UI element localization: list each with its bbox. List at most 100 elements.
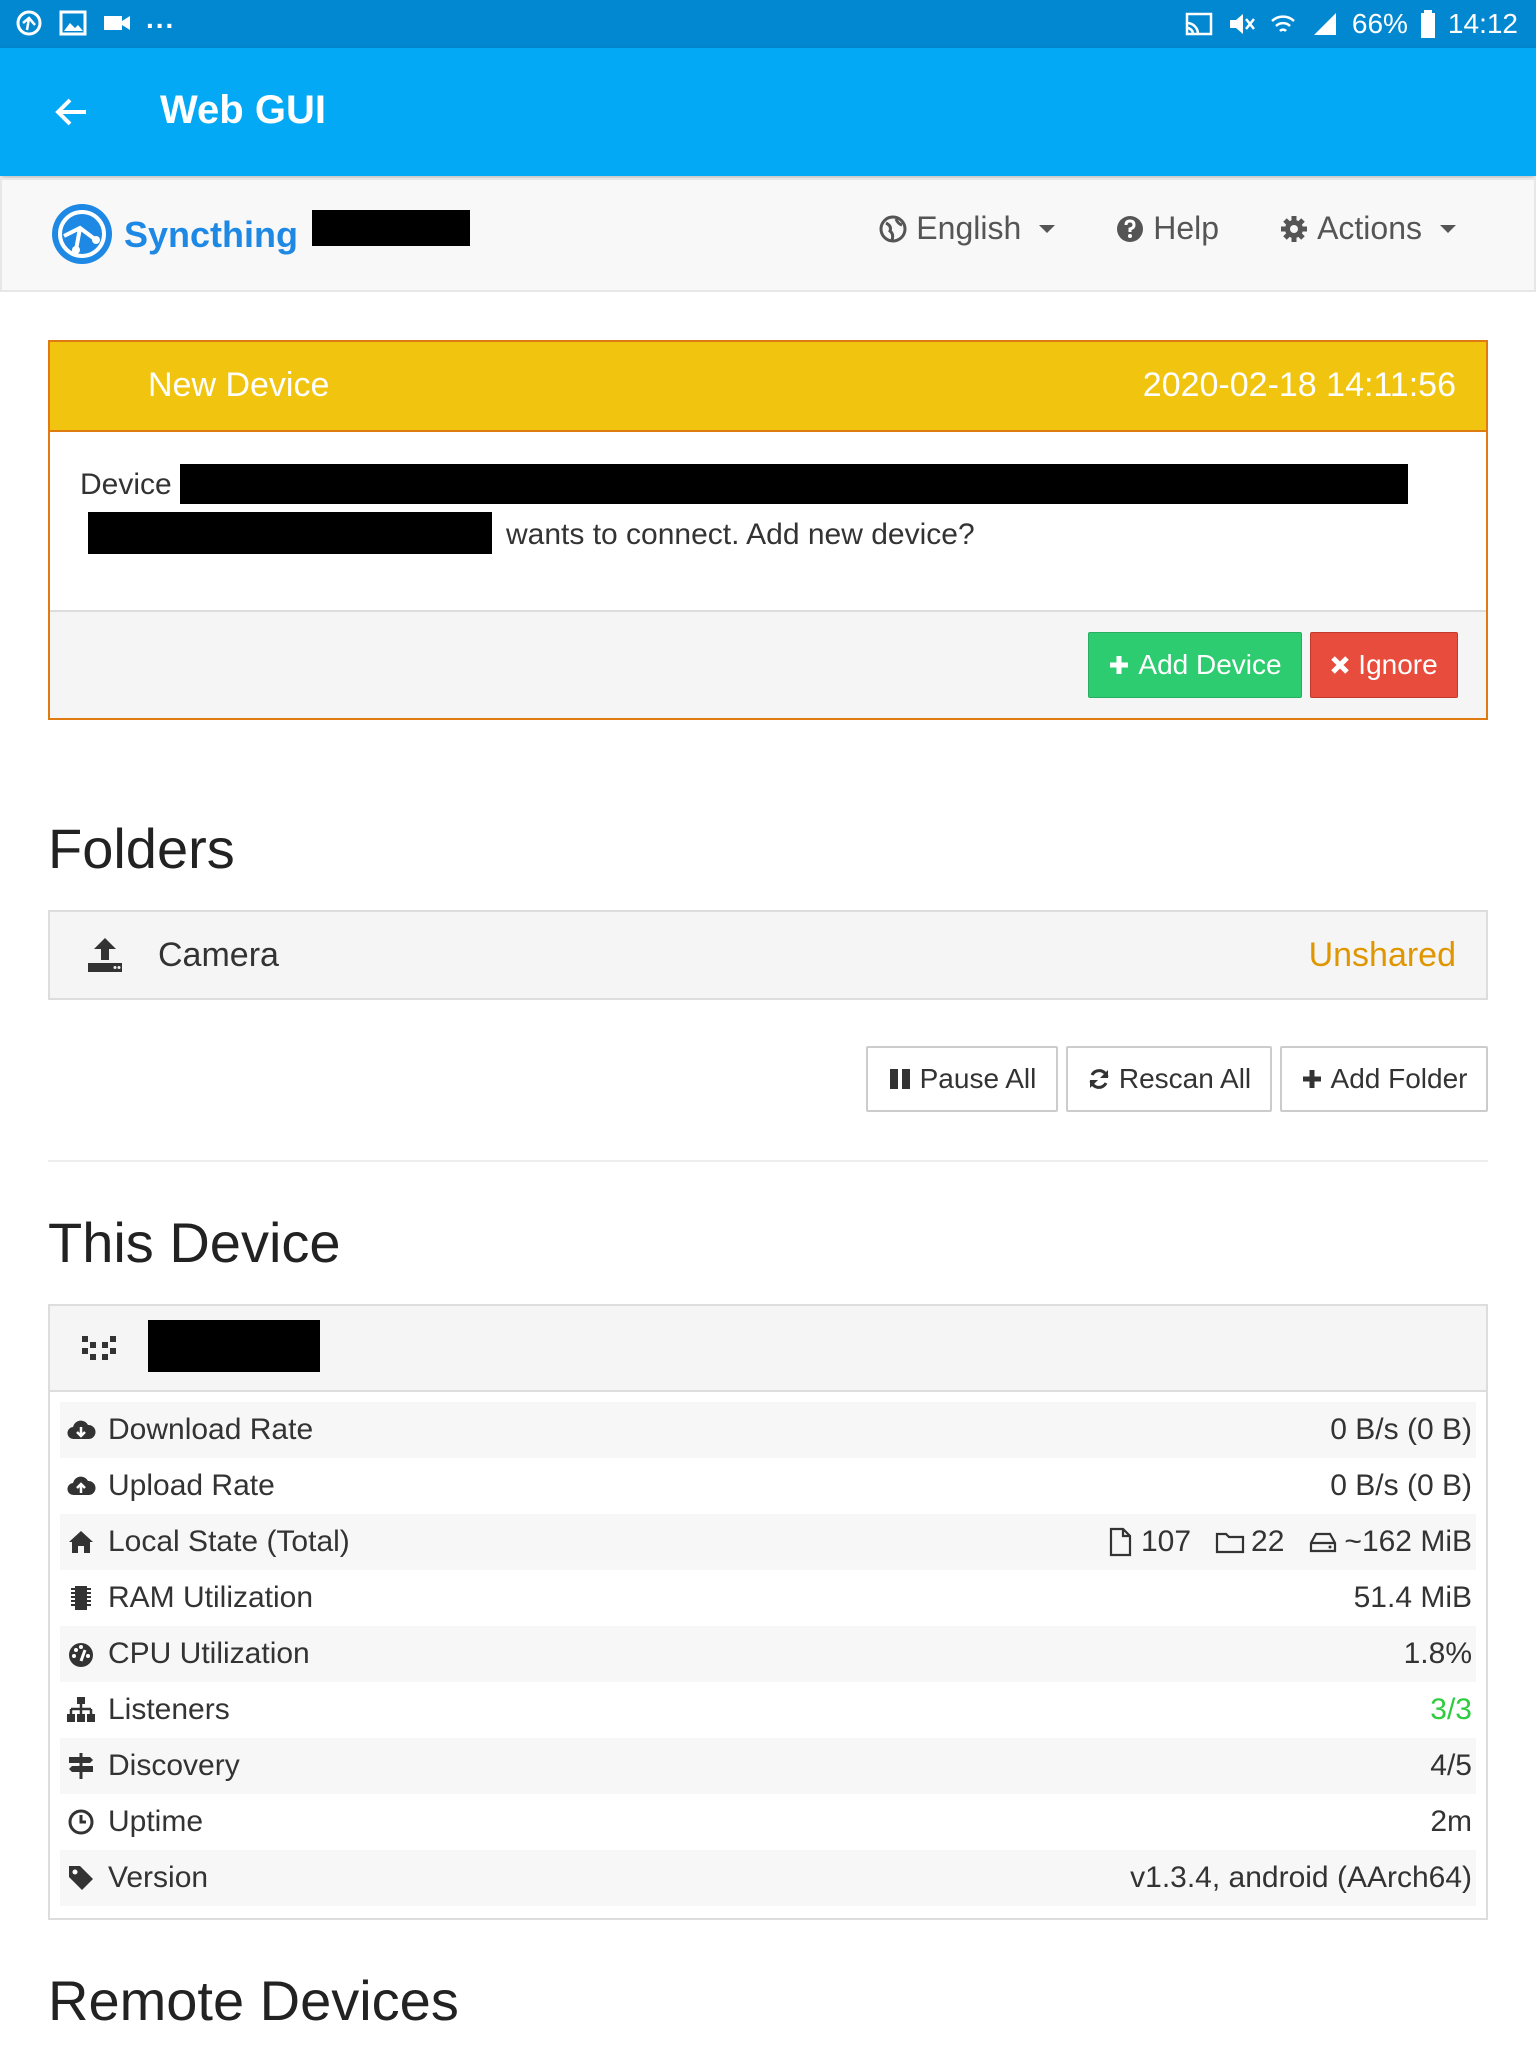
status-bar: ... 66% 14:12 bbox=[0, 0, 1536, 48]
gear-icon bbox=[1281, 215, 1308, 242]
folders-heading: Folders bbox=[48, 817, 235, 880]
pause-all-button[interactable]: Pause All bbox=[866, 1046, 1058, 1112]
file-icon bbox=[1109, 1527, 1132, 1557]
upload-icon bbox=[88, 938, 122, 972]
mute-icon bbox=[1229, 14, 1255, 34]
row-value: 4/5 bbox=[1430, 1749, 1472, 1782]
message-line-2: wants to connect. Add new device? bbox=[506, 518, 975, 551]
help-label: Help bbox=[1153, 210, 1220, 246]
battery-icon bbox=[1420, 10, 1435, 38]
tag-icon bbox=[69, 1866, 93, 1890]
plus-icon bbox=[1302, 1070, 1321, 1088]
sync-app-icon bbox=[16, 10, 42, 36]
download-rate-row: Download Rate 0 B/s (0 B) bbox=[60, 1402, 1476, 1458]
gallery-icon bbox=[59, 10, 87, 36]
navbar: Syncthing English Help Actions bbox=[0, 178, 1536, 292]
close-icon bbox=[1331, 656, 1350, 674]
folder-icon bbox=[1215, 1532, 1245, 1554]
cast-icon bbox=[1185, 12, 1213, 36]
cpu-row: CPU Utilization 1.8% bbox=[60, 1626, 1476, 1682]
sitemap-icon bbox=[67, 1697, 95, 1722]
add-device-label: Add Device bbox=[1138, 649, 1282, 680]
clock-icon bbox=[68, 1809, 94, 1835]
add-folder-label: Add Folder bbox=[1330, 1063, 1468, 1094]
ignore-button[interactable]: Ignore bbox=[1310, 632, 1458, 698]
brand-name[interactable]: Syncthing bbox=[124, 214, 298, 256]
row-value: 1.8% bbox=[1403, 1637, 1472, 1670]
row-label: Local State (Total) bbox=[108, 1525, 350, 1558]
actions-label: Actions bbox=[1317, 210, 1422, 246]
row-label: Upload Rate bbox=[108, 1469, 275, 1502]
add-folder-button[interactable]: Add Folder bbox=[1280, 1046, 1488, 1112]
chevron-down-icon bbox=[1440, 224, 1456, 233]
this-device-header[interactable] bbox=[50, 1306, 1486, 1392]
this-device-panel: Download Rate 0 B/s (0 B) Upload Rate 0 … bbox=[48, 1304, 1488, 1920]
section-divider bbox=[48, 1160, 1488, 1162]
new-device-footer: Add Device Ignore bbox=[50, 610, 1486, 718]
pause-all-label: Pause All bbox=[919, 1063, 1037, 1094]
file-count: 107 bbox=[1140, 1525, 1192, 1558]
rescan-all-button[interactable]: Rescan All bbox=[1066, 1046, 1272, 1112]
add-device-button[interactable]: Add Device bbox=[1088, 632, 1302, 698]
folder-camera[interactable]: Camera Unshared bbox=[48, 910, 1488, 1000]
globe-icon bbox=[879, 215, 907, 242]
dashboard-icon bbox=[69, 1643, 93, 1667]
folder-state: Unshared bbox=[1308, 936, 1456, 974]
new-device-title: New Device bbox=[148, 366, 330, 404]
listeners-row: Listeners 3/3 bbox=[60, 1682, 1476, 1738]
row-label: Download Rate bbox=[108, 1413, 314, 1446]
help-menu[interactable]: Help bbox=[1115, 210, 1219, 247]
row-value: 0 B/s (0 B) bbox=[1330, 1413, 1472, 1446]
row-label: Uptime bbox=[108, 1805, 204, 1838]
redacted-device-name bbox=[148, 1320, 320, 1372]
wifi-icon bbox=[1271, 15, 1295, 32]
language-menu[interactable]: English bbox=[878, 210, 1056, 247]
device-identicon-icon bbox=[82, 1336, 116, 1360]
new-device-panel: New Device 2020-02-18 14:11:56 Device wa… bbox=[48, 340, 1488, 720]
new-device-header: New Device 2020-02-18 14:11:56 bbox=[50, 342, 1486, 430]
back-arrow-icon[interactable] bbox=[52, 92, 92, 132]
clock: 14:12 bbox=[1447, 8, 1518, 39]
plus-icon bbox=[1110, 656, 1129, 674]
message-line-1: Device bbox=[80, 468, 172, 501]
syncthing-logo-icon[interactable] bbox=[50, 202, 114, 266]
row-label: RAM Utilization bbox=[108, 1581, 314, 1614]
ignore-label: Ignore bbox=[1358, 649, 1438, 680]
language-label: English bbox=[916, 210, 1022, 246]
signal-icon bbox=[1313, 13, 1336, 35]
home-icon bbox=[69, 1531, 93, 1553]
uptime-row: Uptime 2m bbox=[60, 1794, 1476, 1850]
row-value: 0 B/s (0 B) bbox=[1330, 1469, 1472, 1502]
signpost-icon bbox=[69, 1753, 93, 1779]
total-size: ~162 MiB bbox=[1344, 1525, 1472, 1558]
row-label: CPU Utilization bbox=[108, 1637, 310, 1670]
row-label: Version bbox=[108, 1861, 209, 1894]
discovery-row: Discovery 4/5 bbox=[60, 1738, 1476, 1794]
this-device-heading: This Device bbox=[48, 1211, 341, 1274]
app-bar-title: Web GUI bbox=[160, 88, 326, 132]
row-label: Listeners bbox=[108, 1693, 230, 1726]
redacted-device-name bbox=[312, 210, 470, 246]
row-value: v1.3.4, android (AArch64) bbox=[1130, 1861, 1472, 1894]
new-device-message: Device wants to connect. Add new device? bbox=[50, 430, 1486, 612]
cloud-download-icon bbox=[67, 1420, 96, 1440]
actions-menu[interactable]: Actions bbox=[1279, 210, 1456, 247]
battery-percent: 66% bbox=[1351, 8, 1408, 39]
row-label: Discovery bbox=[108, 1749, 240, 1782]
pause-icon bbox=[889, 1069, 910, 1089]
upload-rate-row: Upload Rate 0 B/s (0 B) bbox=[60, 1458, 1476, 1514]
redacted-device-name bbox=[88, 512, 492, 554]
redacted-device-id bbox=[180, 464, 1408, 504]
cloud-upload-icon bbox=[67, 1476, 96, 1496]
row-value: 51.4 MiB bbox=[1353, 1581, 1472, 1614]
hard-drive-icon bbox=[1310, 1532, 1337, 1553]
microchip-icon bbox=[71, 1586, 91, 1610]
ram-row: RAM Utilization 51.4 MiB bbox=[60, 1570, 1476, 1626]
refresh-icon bbox=[1089, 1069, 1109, 1089]
folder-name: Camera bbox=[158, 936, 279, 974]
local-state-row: Local State (Total) 107 22 ~162 MiB bbox=[60, 1514, 1476, 1570]
app-bar: Web GUI bbox=[0, 48, 1536, 176]
version-row: Version v1.3.4, android (AArch64) bbox=[60, 1850, 1476, 1906]
question-circle-icon bbox=[1117, 215, 1144, 242]
rescan-all-label: Rescan All bbox=[1118, 1063, 1252, 1094]
